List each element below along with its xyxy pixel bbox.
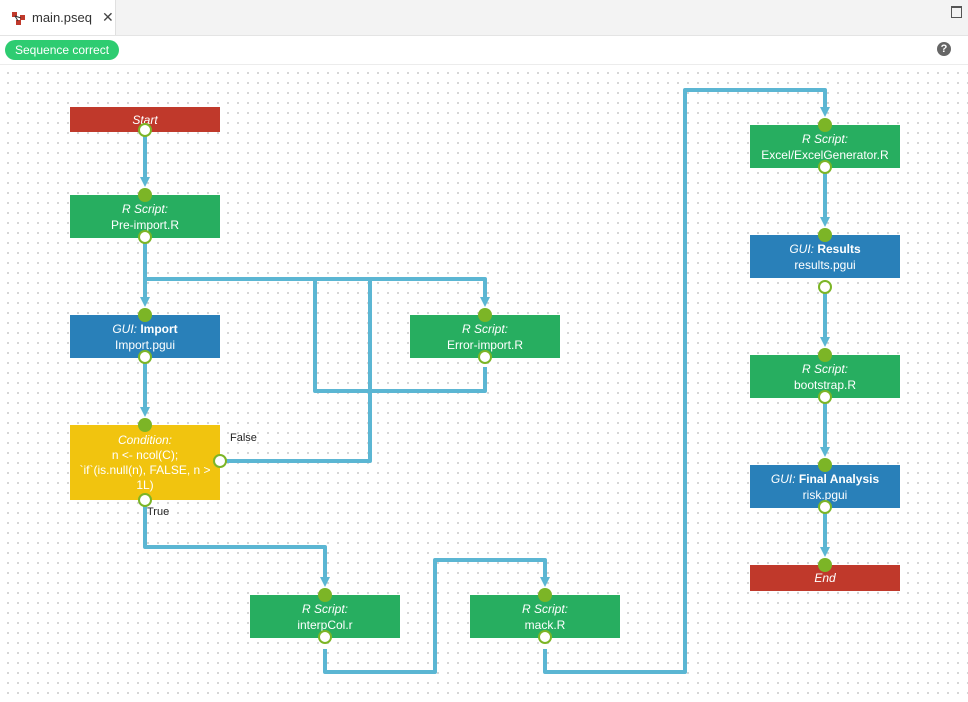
end-input-port[interactable]	[818, 558, 832, 572]
condition-input-port[interactable]	[138, 418, 152, 432]
bootstrap-kind: R Script:	[801, 361, 848, 376]
import-input-port[interactable]	[138, 308, 152, 322]
results-output-port[interactable]	[818, 280, 832, 294]
tab-main-pseq[interactable]: main.pseq ✕	[0, 0, 116, 35]
close-icon[interactable]: ✕	[102, 9, 114, 26]
condition-false-port[interactable]	[213, 454, 227, 468]
pre-import-input-port[interactable]	[138, 188, 152, 202]
workflow-icon	[12, 11, 25, 25]
excel-kind: R Script:	[801, 131, 848, 146]
end-label: End	[814, 571, 836, 585]
import-kind: GUI:	[112, 321, 137, 336]
condition-kind: Condition:	[117, 432, 173, 447]
sequence-canvas[interactable]: Start R Script: Pre-import.R GUI: Import…	[0, 65, 968, 702]
pre-import-output-port[interactable]	[138, 230, 152, 244]
pre-import-kind: R Script:	[121, 201, 168, 216]
error-import-kind: R Script:	[461, 321, 508, 336]
error-import-input-port[interactable]	[478, 308, 492, 322]
import-name: Import	[140, 321, 178, 336]
condition-node[interactable]: Condition: n <- ncol(C); `if`(is.null(n)…	[70, 425, 220, 500]
start-output-port[interactable]	[138, 123, 152, 137]
condition-line-3: 1L)	[136, 477, 154, 492]
mack-output-port[interactable]	[538, 630, 552, 644]
import-output-port[interactable]	[138, 350, 152, 364]
results-file: results.pgui	[794, 257, 856, 272]
final-kind: GUI:	[770, 471, 796, 486]
condition-line-2: `if`(is.null(n), FALSE, n >	[79, 462, 211, 477]
excel-output-port[interactable]	[818, 160, 832, 174]
interpcol-output-port[interactable]	[318, 630, 332, 644]
excel-input-port[interactable]	[818, 118, 832, 132]
editor-tabbar: main.pseq ✕	[0, 0, 968, 36]
bootstrap-output-port[interactable]	[818, 390, 832, 404]
results-name: Results	[817, 241, 861, 256]
help-icon[interactable]: ?	[937, 42, 951, 56]
results-kind: GUI:	[789, 241, 814, 256]
interpcol-kind: R Script:	[301, 601, 348, 616]
condition-line-1: n <- ncol(C);	[111, 447, 179, 462]
maximize-icon[interactable]	[951, 6, 962, 18]
bootstrap-input-port[interactable]	[818, 348, 832, 362]
final-input-port[interactable]	[818, 458, 832, 472]
status-badge: Sequence correct	[5, 40, 120, 60]
final-name: Final Analysis	[798, 471, 880, 486]
tab-label: main.pseq	[32, 10, 92, 25]
mack-input-port[interactable]	[538, 588, 552, 602]
condition-true-port[interactable]	[138, 493, 152, 507]
false-branch-label: False	[230, 432, 257, 444]
interpcol-input-port[interactable]	[318, 588, 332, 602]
error-import-output-port[interactable]	[478, 350, 492, 364]
editor-toolbar: Sequence correct ?	[0, 36, 968, 65]
edge-condition-false	[220, 277, 485, 463]
final-output-port[interactable]	[818, 500, 832, 514]
results-input-port[interactable]	[818, 228, 832, 242]
edge-condition-true	[143, 500, 330, 587]
mack-kind: R Script:	[521, 601, 568, 616]
true-branch-label: True	[147, 506, 170, 518]
